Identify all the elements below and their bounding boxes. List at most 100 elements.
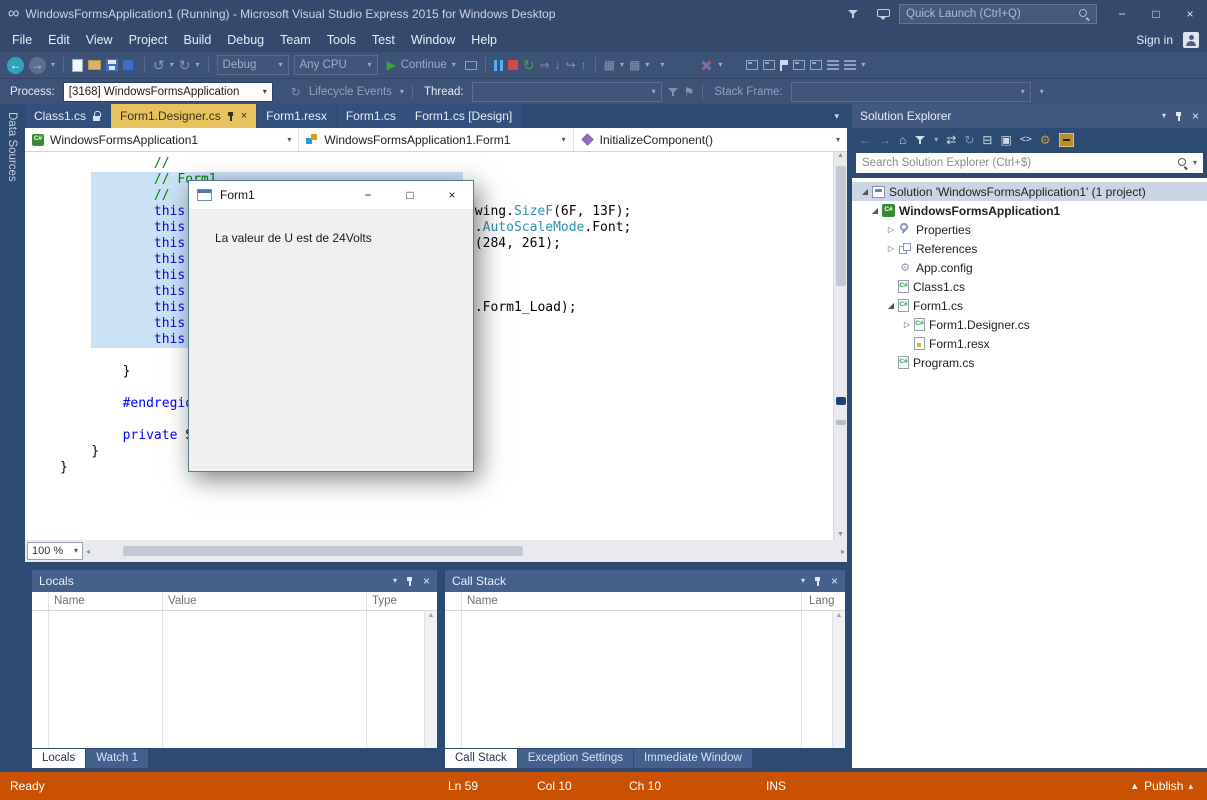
toolbar-overflow-icon[interactable]: ▾ [718, 61, 722, 69]
column-header-lang[interactable]: Lang [809, 595, 835, 607]
editor-vertical-scrollbar[interactable]: ▲ ▼ [833, 152, 847, 540]
column-header-value[interactable]: Value [168, 595, 197, 607]
locals-grid-body[interactable]: ▲ [32, 611, 437, 748]
previous-bookmark-icon[interactable] [793, 60, 806, 70]
home-icon[interactable]: ⌂ [899, 134, 906, 146]
preview-selected-items-toggle[interactable] [1058, 133, 1074, 147]
expander-icon[interactable]: ◢ [884, 301, 898, 310]
solution-platform-combo[interactable]: Any CPU ▾ [293, 55, 378, 75]
tree-item-references[interactable]: ▷ References [852, 239, 1207, 258]
form1-window[interactable]: Form1 − □ × La valeur de U est de 24Volt… [188, 180, 474, 472]
toggle-bookmark-icon[interactable] [780, 59, 789, 71]
undo-dropdown-icon[interactable]: ▾ [170, 61, 174, 69]
tree-item-app-config[interactable]: ⚙ App.config [852, 258, 1207, 277]
refresh-icon[interactable]: ↻ [964, 134, 974, 146]
expander-icon[interactable]: ▷ [900, 320, 914, 329]
panel-tab-immediate-window[interactable]: Immediate Window [634, 749, 752, 768]
expander-icon[interactable]: ▷ [884, 244, 898, 253]
chevron-down-icon[interactable]: ▾ [645, 61, 649, 69]
panel-tab-call-stack[interactable]: Call Stack [445, 749, 517, 768]
watch-windows-icon[interactable]: ▦ [604, 59, 615, 71]
scroll-up-icon[interactable]: ▲ [837, 152, 844, 159]
project-dropdown[interactable]: C# WindowsFormsApplication1 ▾ [25, 128, 300, 151]
expander-icon[interactable]: ◢ [858, 187, 872, 196]
column-header-type[interactable]: Type [372, 595, 397, 607]
continue-button[interactable]: ▶ Continue ▾ [383, 59, 460, 71]
panel-tab-locals[interactable]: Locals [32, 749, 86, 768]
data-sources-tab[interactable]: Data Sources [0, 104, 25, 562]
menu-item-window[interactable]: Window [403, 29, 463, 51]
column-header-name[interactable]: Name [467, 595, 498, 607]
chevron-down-icon[interactable]: ▾ [620, 61, 624, 69]
pin-icon[interactable] [227, 111, 235, 122]
scroll-down-icon[interactable]: ▼ [837, 531, 844, 538]
pin-icon[interactable] [1175, 111, 1183, 122]
form1-title-bar[interactable]: Form1 − □ × [189, 181, 473, 210]
publish-button[interactable]: ▲ Publish ▴ [1130, 772, 1193, 800]
next-bookmark-icon[interactable] [810, 60, 823, 70]
open-file-button[interactable] [88, 60, 102, 70]
window-position-icon[interactable]: ▾ [801, 577, 805, 585]
form-maximize-button[interactable]: □ [389, 181, 431, 209]
member-dropdown[interactable]: InitializeComponent() ▾ [574, 128, 847, 151]
editor-tab-form1-designer-cs[interactable]: Form1.Designer.cs × [111, 104, 257, 128]
outdent-icon[interactable] [844, 60, 857, 70]
callstack-scrollbar[interactable]: ▲ [832, 611, 845, 748]
menu-item-debug[interactable]: Debug [219, 29, 272, 51]
type-dropdown[interactable]: WindowsFormsApplication1.Form1 ▾ [299, 128, 574, 151]
filter-icon[interactable] [914, 134, 926, 146]
callstack-title-bar[interactable]: Call Stack ▾ × [445, 570, 845, 592]
redo-dropdown-icon[interactable]: ▾ [196, 61, 200, 69]
new-file-button[interactable] [72, 58, 84, 72]
filter-threads-icon[interactable] [667, 86, 679, 98]
editor-tab-form1-cs-design[interactable]: Form1.cs [Design] [405, 104, 522, 128]
feedback-icon[interactable] [877, 8, 890, 20]
document-list-dropdown-icon[interactable]: ▾ [834, 111, 847, 122]
menu-item-tools[interactable]: Tools [319, 29, 364, 51]
navigate-backward-button[interactable]: ← [7, 56, 24, 74]
extension-tools-icon[interactable] [700, 59, 713, 72]
save-button[interactable] [106, 59, 119, 71]
tree-item-properties[interactable]: ▷ Properties [852, 220, 1207, 239]
bookmark-window-icon[interactable] [763, 60, 776, 70]
menu-item-edit[interactable]: Edit [40, 29, 78, 51]
callstack-grid-body[interactable]: ▲ [445, 611, 845, 748]
sync-with-active-document-icon[interactable]: ⇄ [946, 134, 956, 146]
stack-frame-combo[interactable]: ▾ [790, 81, 1031, 102]
toolbar-overflow-icon[interactable]: ▾ [660, 61, 664, 69]
redo-icon[interactable]: ↻ [179, 58, 191, 72]
save-all-button[interactable] [123, 60, 134, 70]
indent-icon[interactable] [827, 60, 840, 70]
window-position-icon[interactable]: ▾ [393, 577, 397, 585]
scroll-right-icon[interactable]: ▸ [841, 547, 845, 556]
chevron-down-icon[interactable]: ▾ [934, 136, 938, 144]
editor-tab-form1-resx[interactable]: Form1.resx [257, 104, 336, 128]
close-button[interactable]: × [1173, 0, 1207, 28]
panel-tab-exception-settings[interactable]: Exception Settings [517, 749, 634, 768]
maximize-button[interactable]: □ [1139, 0, 1173, 28]
close-icon[interactable]: × [1192, 109, 1199, 123]
close-icon[interactable]: × [831, 574, 838, 588]
editor-tab-class1-cs[interactable]: Class1.cs [25, 104, 111, 128]
expander-icon[interactable]: ◢ [868, 206, 882, 215]
locals-scrollbar[interactable]: ▲ [424, 611, 437, 748]
show-next-statement-icon[interactable]: ⇒ [540, 59, 550, 71]
solution-search-input[interactable]: Search Solution Explorer (Ctrl+$) ▾ [856, 153, 1203, 173]
undo-icon[interactable]: ↺ [153, 58, 165, 72]
tree-item-form1-designer-cs[interactable]: ▷ C# Form1.Designer.cs [852, 315, 1207, 334]
minimize-button[interactable]: − [1105, 0, 1139, 28]
task-list-icon[interactable] [746, 60, 759, 70]
flag-threads-icon[interactable]: ⚑ [684, 86, 695, 98]
scroll-up-icon[interactable]: ▲ [428, 612, 435, 619]
sign-in-link[interactable]: Sign in [1136, 33, 1173, 47]
process-combo[interactable]: [3168] WindowsFormsApplication ▾ [62, 81, 273, 102]
tree-item-solution-windowsformsapplication1-1-project[interactable]: ◢ Solution 'WindowsFormsApplication1' (1 … [852, 182, 1207, 201]
collapse-all-icon[interactable]: ⊟ [982, 134, 992, 146]
account-icon[interactable] [1183, 32, 1199, 48]
properties-icon[interactable]: ⚙ [1040, 134, 1051, 146]
form-minimize-button[interactable]: − [347, 181, 389, 209]
menu-item-team[interactable]: Team [272, 29, 319, 51]
tree-item-form1-resx[interactable]: Form1.resx [852, 334, 1207, 353]
chevron-down-icon[interactable]: ▾ [400, 87, 404, 96]
expander-icon[interactable]: ▷ [884, 225, 898, 234]
